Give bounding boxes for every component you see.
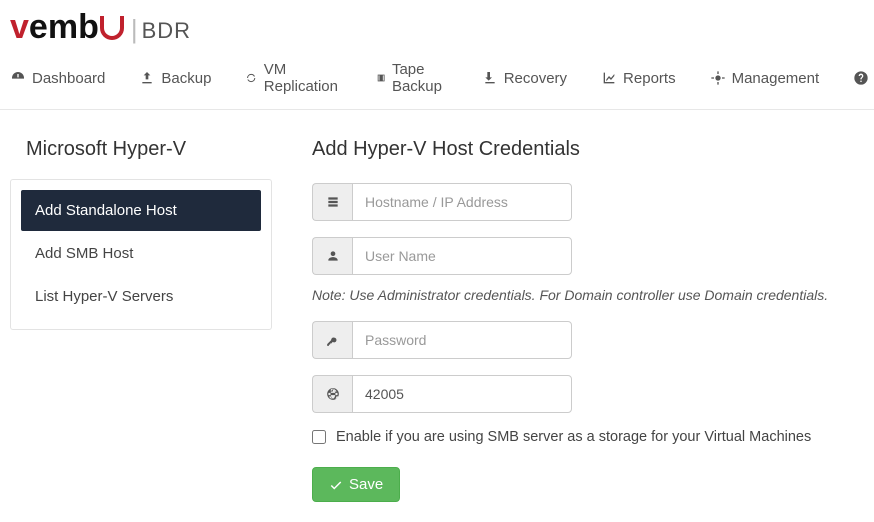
port-row bbox=[312, 375, 572, 413]
nav-vm-replication[interactable]: VM Replication bbox=[245, 61, 341, 95]
refresh-icon bbox=[245, 70, 257, 86]
nav-dashboard-label: Dashboard bbox=[32, 70, 105, 87]
key-icon bbox=[312, 321, 352, 359]
film-icon bbox=[376, 70, 386, 86]
brand-product: BDR bbox=[142, 18, 191, 44]
help-icon bbox=[853, 70, 869, 86]
nav-reports-label: Reports bbox=[623, 70, 676, 87]
hostname-input[interactable] bbox=[352, 183, 572, 221]
password-row bbox=[312, 321, 572, 359]
brand-logo: vemb | BDR bbox=[0, 0, 874, 51]
smb-checkbox[interactable] bbox=[312, 430, 326, 444]
brand-u-glyph bbox=[100, 16, 124, 40]
main-nav: Dashboard Backup VM Replication Tape Bac… bbox=[0, 51, 874, 110]
nav-dashboard[interactable]: Dashboard bbox=[10, 61, 105, 95]
nav-management[interactable]: Management bbox=[710, 61, 820, 95]
main-content: Add Hyper-V Host Credentials Note: Use A… bbox=[312, 138, 864, 502]
credentials-note: Note: Use Administrator credentials. For… bbox=[312, 287, 864, 303]
page-title: Add Hyper-V Host Credentials bbox=[312, 138, 864, 161]
download-icon bbox=[482, 70, 498, 86]
nav-recovery[interactable]: Recovery bbox=[482, 61, 567, 95]
nav-backup-label: Backup bbox=[161, 70, 211, 87]
sidebar-item-list-hyperv-servers[interactable]: List Hyper-V Servers bbox=[21, 276, 261, 317]
sidebar-item-add-smb-host[interactable]: Add SMB Host bbox=[21, 233, 261, 274]
smb-label[interactable]: Enable if you are using SMB server as a … bbox=[336, 429, 811, 445]
upload-icon bbox=[139, 70, 155, 86]
nav-reports[interactable]: Reports bbox=[601, 61, 676, 95]
nav-recovery-label: Recovery bbox=[504, 70, 567, 87]
sidebar-item-label: List Hyper-V Servers bbox=[35, 288, 173, 305]
server-icon bbox=[312, 183, 352, 221]
password-input[interactable] bbox=[352, 321, 572, 359]
sidebar: Microsoft Hyper-V Add Standalone Host Ad… bbox=[10, 138, 272, 502]
crosshair-icon bbox=[710, 70, 726, 86]
nav-help[interactable]: Help bbox=[853, 61, 874, 95]
user-icon bbox=[312, 237, 352, 275]
save-button-label: Save bbox=[349, 476, 383, 493]
dashboard-icon bbox=[10, 70, 26, 86]
chart-line-icon bbox=[601, 70, 617, 86]
brand-wordmark: vemb bbox=[10, 8, 125, 47]
port-input[interactable] bbox=[352, 375, 572, 413]
nav-vmrep-label: VM Replication bbox=[264, 61, 342, 95]
sidebar-menu: Add Standalone Host Add SMB Host List Hy… bbox=[10, 179, 272, 330]
username-input[interactable] bbox=[352, 237, 572, 275]
sidebar-item-add-standalone-host[interactable]: Add Standalone Host bbox=[21, 190, 261, 231]
brand-separator: | bbox=[131, 14, 138, 45]
sidebar-item-label: Add Standalone Host bbox=[35, 202, 177, 219]
page-body: Microsoft Hyper-V Add Standalone Host Ad… bbox=[0, 110, 874, 522]
username-row bbox=[312, 237, 572, 275]
smb-row: Enable if you are using SMB server as a … bbox=[312, 429, 864, 445]
check-icon bbox=[329, 478, 343, 492]
nav-management-label: Management bbox=[732, 70, 820, 87]
sidebar-title: Microsoft Hyper-V bbox=[26, 138, 272, 161]
hostname-row bbox=[312, 183, 572, 221]
sidebar-item-label: Add SMB Host bbox=[35, 245, 133, 262]
nav-tape-label: Tape Backup bbox=[392, 61, 448, 95]
save-button[interactable]: Save bbox=[312, 467, 400, 502]
nav-backup[interactable]: Backup bbox=[139, 61, 211, 95]
globe-icon bbox=[312, 375, 352, 413]
nav-tape-backup[interactable]: Tape Backup bbox=[376, 61, 448, 95]
